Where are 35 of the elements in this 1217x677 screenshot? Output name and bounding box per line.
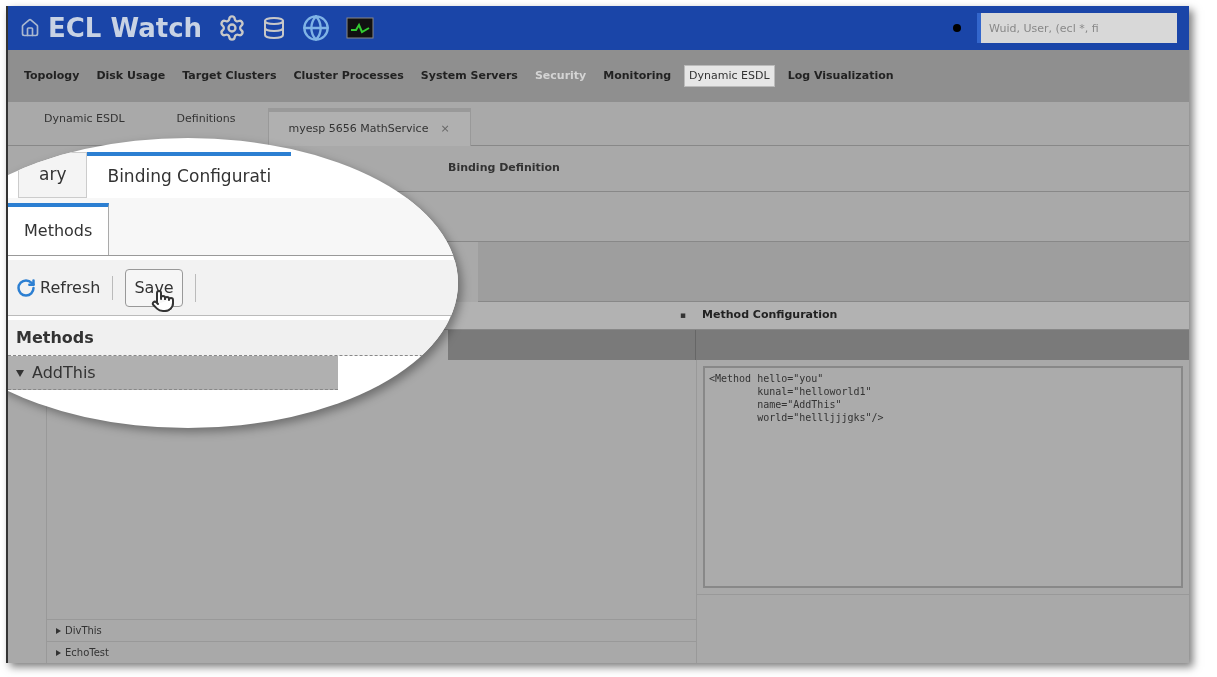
gear-icon[interactable] bbox=[218, 14, 247, 42]
expand-icon[interactable] bbox=[55, 627, 61, 634]
method-name: AddThis bbox=[32, 361, 96, 384]
tab[interactable]: Methods bbox=[8, 203, 110, 255]
tab[interactable]: Binding Definition bbox=[448, 160, 560, 177]
search-field[interactable]: Wuid, User, (ecl *, fi bbox=[977, 13, 1177, 43]
refresh-button[interactable]: Refresh bbox=[16, 275, 114, 300]
sort-icon[interactable]: ▪ bbox=[680, 308, 687, 323]
nav-link[interactable]: System Servers bbox=[416, 65, 522, 87]
nav-link[interactable]: Topology bbox=[20, 65, 84, 87]
database-icon[interactable] bbox=[262, 16, 287, 40]
method-row[interactable]: EchoTest bbox=[47, 641, 696, 663]
nav-link[interactable]: Cluster Processes bbox=[289, 65, 408, 87]
expand-icon[interactable] bbox=[55, 649, 61, 656]
method-name: EchoTest bbox=[65, 646, 109, 660]
globe-icon[interactable] bbox=[302, 14, 331, 42]
nav-link[interactable]: Dynamic ESDL bbox=[684, 64, 775, 88]
method-row[interactable]: AddThis bbox=[8, 356, 338, 390]
home-icon[interactable] bbox=[20, 18, 40, 38]
column-header: Method Configuration bbox=[702, 307, 838, 324]
nav-link[interactable]: Log Visualization bbox=[783, 65, 898, 87]
tab[interactable]: ary bbox=[18, 152, 88, 198]
method-row[interactable]: DivThis bbox=[47, 619, 696, 641]
app-title: ECL Watch bbox=[48, 11, 203, 45]
expand-icon[interactable] bbox=[16, 368, 24, 377]
config-textarea[interactable]: <Method hello="you" kunal="helloworld1" name="AddThis" world="hellljjjgks"/> bbox=[703, 366, 1183, 588]
tab[interactable]: Dynamic ESDL bbox=[24, 108, 145, 130]
tab[interactable]: myesp 5656 MathService × bbox=[267, 108, 471, 146]
nav-link[interactable]: Target Clusters bbox=[178, 65, 281, 87]
method-name: DivThis bbox=[65, 624, 102, 638]
refresh-icon bbox=[16, 277, 36, 298]
nav-link[interactable]: Monitoring bbox=[599, 65, 676, 87]
monitor-icon[interactable] bbox=[346, 17, 375, 39]
nav-link[interactable]: Disk Usage bbox=[92, 65, 170, 87]
tab[interactable]: Definitions bbox=[156, 108, 256, 130]
